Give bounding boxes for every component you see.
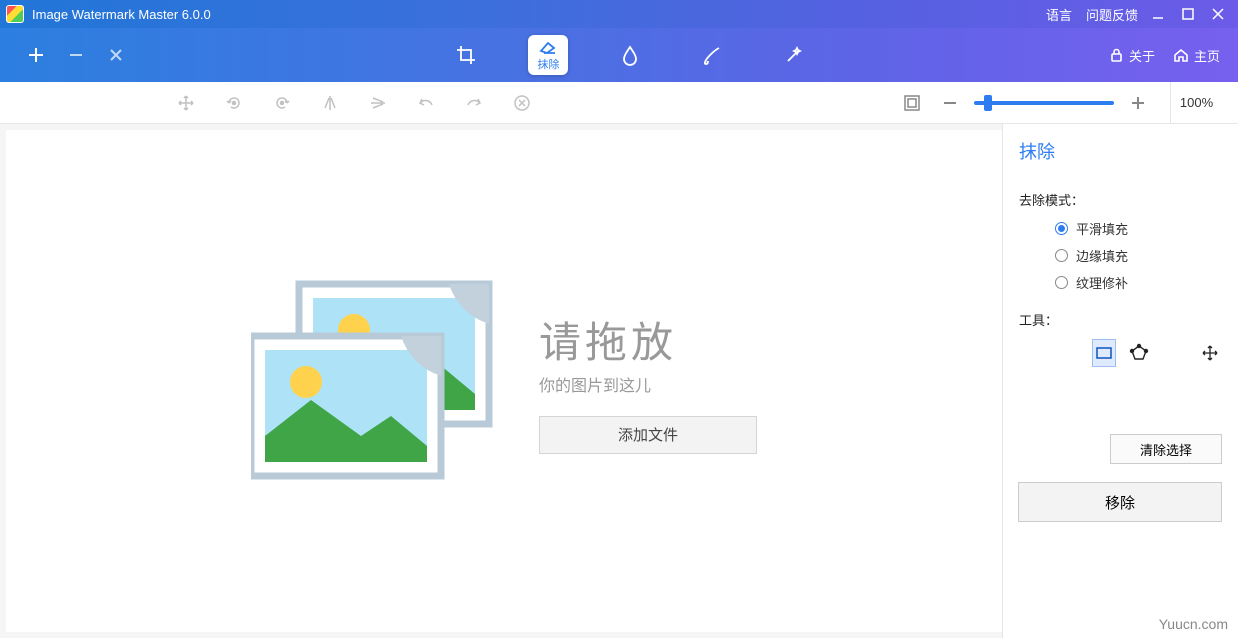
app-title: Image Watermark Master 6.0.0 [32, 7, 211, 22]
pen-select-icon[interactable] [1163, 339, 1186, 367]
zoom-group: 100% [898, 82, 1238, 124]
close-file-button[interactable] [105, 44, 127, 66]
zoom-label: 100% [1170, 82, 1222, 124]
file-button-group [0, 28, 152, 82]
zoom-slider-thumb[interactable] [984, 95, 992, 111]
clear-selection-button[interactable]: 清除选择 [1110, 434, 1222, 464]
titlebar: Image Watermark Master 6.0.0 语言 问题反馈 [0, 0, 1238, 28]
crop-tool[interactable] [446, 35, 486, 75]
drop-zone: 请拖放 你的图片到这儿 添加文件 [251, 276, 757, 486]
tool-mode-group: 抹除 [152, 35, 1109, 75]
brush-tool[interactable] [692, 35, 732, 75]
water-drop-tool[interactable] [610, 35, 650, 75]
fit-screen-icon[interactable] [898, 89, 926, 117]
zoom-out-button[interactable] [936, 89, 964, 117]
brush-select-icon[interactable] [1021, 339, 1044, 367]
delete-icon[interactable] [498, 82, 546, 124]
drop-title: 请拖放 [539, 309, 677, 370]
drop-subtitle: 你的图片到这儿 [539, 372, 651, 396]
magic-wand-tool[interactable] [774, 35, 814, 75]
eraser-select-icon[interactable] [1056, 339, 1079, 367]
workspace: 请拖放 你的图片到这儿 添加文件 抹除 去除模式： 平滑填充 边缘填充 纹理修补… [0, 124, 1238, 638]
minimize-button[interactable] [1148, 4, 1168, 24]
tools-label: 工具： [1019, 310, 1222, 329]
app-logo-icon [6, 5, 24, 23]
erase-tool-label: 抹除 [537, 56, 559, 72]
main-toolbar: 抹除 关于 主页 [0, 28, 1238, 82]
home-button[interactable]: 主页 [1173, 46, 1220, 65]
mode-label: 去除模式： [1019, 190, 1222, 209]
close-button[interactable] [1208, 4, 1228, 24]
radio-texture-repair[interactable]: 纹理修补 [1055, 273, 1222, 292]
rotate-right-icon[interactable] [258, 82, 306, 124]
watermark-text: Yuucn.com [1159, 616, 1228, 632]
right-panel: 抹除 去除模式： 平滑填充 边缘填充 纹理修补 工具： 清除选择 移除 [1002, 124, 1238, 638]
maximize-button[interactable] [1178, 4, 1198, 24]
radio-edge-fill[interactable]: 边缘填充 [1055, 246, 1222, 265]
rotate-left-icon[interactable] [210, 82, 258, 124]
right-button-group: 关于 主页 [1109, 46, 1238, 65]
zoom-in-button[interactable] [1124, 89, 1152, 117]
canvas-area[interactable]: 请拖放 你的图片到这儿 添加文件 [6, 130, 1002, 632]
redo-icon[interactable] [450, 82, 498, 124]
radio-smooth-fill[interactable]: 平滑填充 [1055, 219, 1222, 238]
move-icon[interactable] [162, 82, 210, 124]
flip-vertical-icon[interactable] [354, 82, 402, 124]
flip-horizontal-icon[interactable] [306, 82, 354, 124]
erase-tool[interactable]: 抹除 [528, 35, 568, 75]
add-files-button[interactable]: 添加文件 [539, 416, 757, 454]
polygon-select-icon[interactable] [1128, 339, 1151, 367]
move-select-icon[interactable] [1199, 339, 1222, 367]
tools-row [1021, 339, 1222, 367]
language-link[interactable]: 语言 [1046, 5, 1072, 24]
feedback-link[interactable]: 问题反馈 [1086, 5, 1138, 24]
sub-toolbar: 100% [0, 82, 1238, 124]
placeholder-image-icon [251, 276, 511, 486]
zoom-slider[interactable] [974, 101, 1114, 105]
panel-title: 抹除 [1019, 138, 1222, 164]
add-file-button[interactable] [25, 44, 47, 66]
undo-icon[interactable] [402, 82, 450, 124]
rectangle-select-icon[interactable] [1092, 339, 1116, 367]
remove-button[interactable]: 移除 [1018, 482, 1222, 522]
about-button[interactable]: 关于 [1109, 46, 1155, 65]
remove-file-button[interactable] [65, 44, 87, 66]
